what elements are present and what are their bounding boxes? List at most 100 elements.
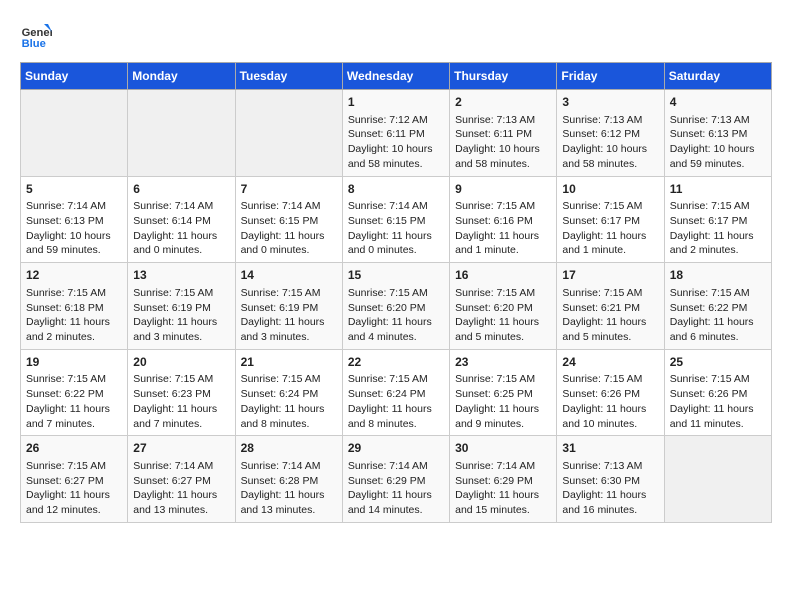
calendar-week-5: 26Sunrise: 7:15 AM Sunset: 6:27 PM Dayli… — [21, 436, 772, 523]
day-number: 5 — [26, 181, 122, 198]
day-number: 30 — [455, 440, 551, 457]
calendar-cell: 24Sunrise: 7:15 AM Sunset: 6:26 PM Dayli… — [557, 349, 664, 436]
day-info: Sunrise: 7:13 AM Sunset: 6:12 PM Dayligh… — [562, 113, 658, 172]
day-number: 18 — [670, 267, 766, 284]
weekday-header-sunday: Sunday — [21, 63, 128, 90]
weekday-header-wednesday: Wednesday — [342, 63, 449, 90]
day-info: Sunrise: 7:14 AM Sunset: 6:28 PM Dayligh… — [241, 459, 337, 518]
page-header: General Blue — [20, 20, 772, 52]
day-info: Sunrise: 7:15 AM Sunset: 6:17 PM Dayligh… — [562, 199, 658, 258]
calendar-cell: 16 Sunrise: 7:15 AM Sunset: 6:20 PM Dayli… — [450, 263, 557, 350]
day-number: 22 — [348, 354, 444, 371]
day-info: Sunrise: 7:15 AM Sunset: 6:24 PM Dayligh… — [241, 372, 337, 431]
day-info: Sunrise: 7:15 AM Sunset: 6:19 PM Dayligh… — [133, 286, 229, 345]
day-info: Sunrise: 7:15 AM Sunset: 6:20 PM Dayligh… — [455, 286, 551, 345]
logo: General Blue — [20, 20, 56, 52]
day-info: Sunrise: 7:15 AM Sunset: 6:18 PM Dayligh… — [26, 286, 122, 345]
day-info: Sunrise: 7:14 AM Sunset: 6:15 PM Dayligh… — [348, 199, 444, 258]
day-number: 17 — [562, 267, 658, 284]
day-number: 1 — [348, 94, 444, 111]
calendar-cell: 9Sunrise: 7:15 AM Sunset: 6:16 PM Daylig… — [450, 176, 557, 263]
calendar-cell: 23Sunrise: 7:15 AM Sunset: 6:25 PM Dayli… — [450, 349, 557, 436]
day-info: Sunrise: 7:15 AM Sunset: 6:17 PM Dayligh… — [670, 199, 766, 258]
day-info: Sunrise: 7:15 AM Sunset: 6:22 PM Dayligh… — [26, 372, 122, 431]
calendar-cell: 10Sunrise: 7:15 AM Sunset: 6:17 PM Dayli… — [557, 176, 664, 263]
weekday-header-thursday: Thursday — [450, 63, 557, 90]
day-info: Sunrise: 7:15 AM Sunset: 6:24 PM Dayligh… — [348, 372, 444, 431]
day-number: 31 — [562, 440, 658, 457]
calendar-cell: 11Sunrise: 7:15 AM Sunset: 6:17 PM Dayli… — [664, 176, 771, 263]
calendar-body: 1 Sunrise: 7:12 AM Sunset: 6:11 PM Daylig… — [21, 90, 772, 523]
day-info: Sunrise: 7:15 AM Sunset: 6:26 PM Dayligh… — [562, 372, 658, 431]
svg-text:General: General — [22, 27, 52, 39]
calendar-cell: 22Sunrise: 7:15 AM Sunset: 6:24 PM Dayli… — [342, 349, 449, 436]
day-info: Sunrise: 7:15 AM Sunset: 6:21 PM Dayligh… — [562, 286, 658, 345]
calendar-cell: 26Sunrise: 7:15 AM Sunset: 6:27 PM Dayli… — [21, 436, 128, 523]
weekday-header-saturday: Saturday — [664, 63, 771, 90]
day-info: Sunrise: 7:14 AM Sunset: 6:14 PM Dayligh… — [133, 199, 229, 258]
day-number: 28 — [241, 440, 337, 457]
calendar-cell: 18 Sunrise: 7:15 AM Sunset: 6:22 PM Dayli… — [664, 263, 771, 350]
day-info: Sunrise: 7:14 AM Sunset: 6:15 PM Dayligh… — [241, 199, 337, 258]
day-number: 14 — [241, 267, 337, 284]
weekday-header-row: SundayMondayTuesdayWednesdayThursdayFrid… — [21, 63, 772, 90]
calendar-cell — [128, 90, 235, 177]
day-number: 29 — [348, 440, 444, 457]
calendar-cell: 21Sunrise: 7:15 AM Sunset: 6:24 PM Dayli… — [235, 349, 342, 436]
day-info: Sunrise: 7:14 AM Sunset: 6:27 PM Dayligh… — [133, 459, 229, 518]
day-number: 4 — [670, 94, 766, 111]
calendar-cell: 3 Sunrise: 7:13 AM Sunset: 6:12 PM Daylig… — [557, 90, 664, 177]
calendar-cell: 19Sunrise: 7:15 AM Sunset: 6:22 PM Dayli… — [21, 349, 128, 436]
calendar-cell: 7Sunrise: 7:14 AM Sunset: 6:15 PM Daylig… — [235, 176, 342, 263]
day-info: Sunrise: 7:15 AM Sunset: 6:22 PM Dayligh… — [670, 286, 766, 345]
calendar-cell: 4Sunrise: 7:13 AM Sunset: 6:13 PM Daylig… — [664, 90, 771, 177]
weekday-header-monday: Monday — [128, 63, 235, 90]
calendar-cell: 8Sunrise: 7:14 AM Sunset: 6:15 PM Daylig… — [342, 176, 449, 263]
day-number: 12 — [26, 267, 122, 284]
calendar-cell: 25Sunrise: 7:15 AM Sunset: 6:26 PM Dayli… — [664, 349, 771, 436]
day-number: 20 — [133, 354, 229, 371]
calendar-cell: 2Sunrise: 7:13 AM Sunset: 6:11 PM Daylig… — [450, 90, 557, 177]
day-number: 7 — [241, 181, 337, 198]
day-info: Sunrise: 7:13 AM Sunset: 6:11 PM Dayligh… — [455, 113, 551, 172]
logo-icon: General Blue — [20, 20, 52, 52]
weekday-header-tuesday: Tuesday — [235, 63, 342, 90]
day-number: 3 — [562, 94, 658, 111]
calendar-header: SundayMondayTuesdayWednesdayThursdayFrid… — [21, 63, 772, 90]
calendar-week-1: 1 Sunrise: 7:12 AM Sunset: 6:11 PM Daylig… — [21, 90, 772, 177]
day-info: Sunrise: 7:15 AM Sunset: 6:23 PM Dayligh… — [133, 372, 229, 431]
day-info: Sunrise: 7:14 AM Sunset: 6:29 PM Dayligh… — [348, 459, 444, 518]
day-number: 23 — [455, 354, 551, 371]
day-number: 19 — [26, 354, 122, 371]
calendar-cell: 31 Sunrise: 7:13 AM Sunset: 6:30 PM Dayli… — [557, 436, 664, 523]
day-info: Sunrise: 7:15 AM Sunset: 6:27 PM Dayligh… — [26, 459, 122, 518]
calendar-cell: 30 Sunrise: 7:14 AM Sunset: 6:29 PM Dayli… — [450, 436, 557, 523]
calendar-cell: 1 Sunrise: 7:12 AM Sunset: 6:11 PM Daylig… — [342, 90, 449, 177]
calendar-cell — [235, 90, 342, 177]
calendar-cell: 15Sunrise: 7:15 AM Sunset: 6:20 PM Dayli… — [342, 263, 449, 350]
day-number: 21 — [241, 354, 337, 371]
day-number: 11 — [670, 181, 766, 198]
calendar-cell: 27 Sunrise: 7:14 AM Sunset: 6:27 PM Dayli… — [128, 436, 235, 523]
day-number: 10 — [562, 181, 658, 198]
day-info: Sunrise: 7:15 AM Sunset: 6:25 PM Dayligh… — [455, 372, 551, 431]
calendar-cell: 14Sunrise: 7:15 AM Sunset: 6:19 PM Dayli… — [235, 263, 342, 350]
calendar-cell: 17 Sunrise: 7:15 AM Sunset: 6:21 PM Dayli… — [557, 263, 664, 350]
calendar-week-4: 19Sunrise: 7:15 AM Sunset: 6:22 PM Dayli… — [21, 349, 772, 436]
calendar-cell: 20Sunrise: 7:15 AM Sunset: 6:23 PM Dayli… — [128, 349, 235, 436]
calendar-table: SundayMondayTuesdayWednesdayThursdayFrid… — [20, 62, 772, 523]
day-info: Sunrise: 7:14 AM Sunset: 6:13 PM Dayligh… — [26, 199, 122, 258]
day-number: 16 — [455, 267, 551, 284]
calendar-cell: 12 Sunrise: 7:15 AM Sunset: 6:18 PM Dayli… — [21, 263, 128, 350]
day-number: 8 — [348, 181, 444, 198]
day-number: 27 — [133, 440, 229, 457]
day-number: 13 — [133, 267, 229, 284]
calendar-cell: 13 Sunrise: 7:15 AM Sunset: 6:19 PM Dayli… — [128, 263, 235, 350]
calendar-cell — [21, 90, 128, 177]
day-info: Sunrise: 7:12 AM Sunset: 6:11 PM Dayligh… — [348, 113, 444, 172]
day-number: 9 — [455, 181, 551, 198]
day-number: 25 — [670, 354, 766, 371]
day-info: Sunrise: 7:14 AM Sunset: 6:29 PM Dayligh… — [455, 459, 551, 518]
day-info: Sunrise: 7:13 AM Sunset: 6:30 PM Dayligh… — [562, 459, 658, 518]
day-info: Sunrise: 7:15 AM Sunset: 6:20 PM Dayligh… — [348, 286, 444, 345]
